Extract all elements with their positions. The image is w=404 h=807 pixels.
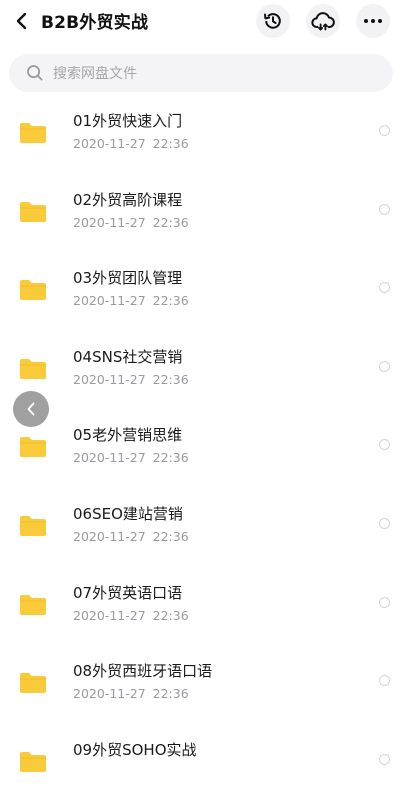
more-icon bbox=[364, 19, 382, 23]
select-checkbox[interactable] bbox=[379, 360, 390, 372]
back-button[interactable] bbox=[8, 7, 34, 35]
folder-icon bbox=[20, 201, 46, 222]
file-date: 2020-11-27 22:36 bbox=[73, 214, 189, 230]
history-icon bbox=[264, 13, 281, 29]
file-date: 2020-11-27 22:36 bbox=[73, 528, 189, 544]
file-list: 01外贸快速入门 2020-11-27 22:36 02外贸高阶课程 2020-11-… bbox=[0, 100, 404, 807]
file-name: 06SEO建站营销 bbox=[73, 504, 183, 523]
folder-icon bbox=[20, 594, 46, 615]
file-row[interactable]: 05老外营销思维 2020-11-27 22:36 bbox=[0, 414, 404, 493]
select-checkbox[interactable] bbox=[379, 675, 390, 687]
folder-icon bbox=[20, 358, 46, 379]
file-name: 01外贸快速入门 bbox=[73, 112, 183, 130]
file-name: 09外贸SOHO实战 bbox=[73, 740, 197, 759]
select-checkbox[interactable] bbox=[379, 203, 390, 215]
folder-icon bbox=[20, 123, 46, 143]
chevron-left-icon bbox=[16, 12, 27, 30]
file-date: 2020-11-27 22:36 bbox=[73, 293, 189, 309]
file-row[interactable]: 04SNS社交营销 2020-11-27 22:36 bbox=[0, 336, 404, 415]
folder-icon bbox=[20, 673, 46, 694]
folder-icon bbox=[20, 437, 46, 458]
file-date: 2020-11-27 22:36 bbox=[73, 686, 189, 702]
file-name: 08外贸西班牙语口语 bbox=[73, 662, 213, 681]
folder-icon bbox=[20, 515, 46, 536]
search-icon bbox=[26, 64, 44, 82]
select-checkbox[interactable] bbox=[379, 753, 390, 765]
file-row[interactable]: 08外贸西班牙语口语 2020-11-27 22:36 bbox=[0, 650, 404, 729]
file-row[interactable]: 01外贸快速入门 2020-11-27 22:36 bbox=[0, 100, 404, 179]
file-row[interactable]: 03外贸团队管理 2020-11-27 22:36 bbox=[0, 257, 404, 336]
folder-icon bbox=[20, 280, 46, 301]
file-row[interactable]: 06SEO建站营销 2020-11-27 22:36 bbox=[0, 493, 404, 572]
history-button[interactable] bbox=[256, 4, 290, 38]
file-row[interactable]: 07外贸英语口语 2020-11-27 22:36 bbox=[0, 572, 404, 651]
select-checkbox[interactable] bbox=[379, 439, 390, 451]
select-checkbox[interactable] bbox=[379, 517, 390, 529]
search-bar[interactable]: 搜索网盘文件 bbox=[9, 54, 393, 92]
file-date: 2020-11-27 22:36 bbox=[73, 371, 189, 387]
floating-back-button[interactable] bbox=[13, 391, 49, 427]
file-name: 02外贸高阶课程 bbox=[73, 190, 183, 209]
file-name: 07外贸英语口语 bbox=[73, 583, 183, 602]
select-checkbox[interactable] bbox=[379, 596, 390, 608]
folder-icon bbox=[20, 751, 46, 772]
file-date: 2020-11-27 22:36 bbox=[73, 450, 189, 466]
file-name: 03外贸团队管理 bbox=[73, 269, 183, 288]
select-checkbox[interactable] bbox=[379, 125, 390, 136]
select-checkbox[interactable] bbox=[379, 282, 390, 294]
transfer-button[interactable] bbox=[306, 4, 340, 38]
page-title: B2B外贸实战 bbox=[41, 13, 149, 33]
file-date: 2020-11-27 22:36 bbox=[73, 607, 189, 623]
more-button[interactable] bbox=[356, 4, 390, 38]
search-placeholder: 搜索网盘文件 bbox=[53, 66, 137, 82]
file-row[interactable]: 09外贸SOHO实战 bbox=[0, 729, 404, 807]
file-row[interactable]: 02外贸高阶课程 2020-11-27 22:36 bbox=[0, 179, 404, 258]
top-bar: B2B外贸实战 bbox=[0, 0, 404, 42]
file-name: 04SNS社交营销 bbox=[73, 347, 183, 366]
file-date: 2020-11-27 22:36 bbox=[73, 136, 189, 151]
cloud-upload-icon bbox=[311, 12, 335, 31]
chevron-left-icon bbox=[27, 402, 35, 416]
file-name: 05老外营销思维 bbox=[73, 426, 183, 445]
